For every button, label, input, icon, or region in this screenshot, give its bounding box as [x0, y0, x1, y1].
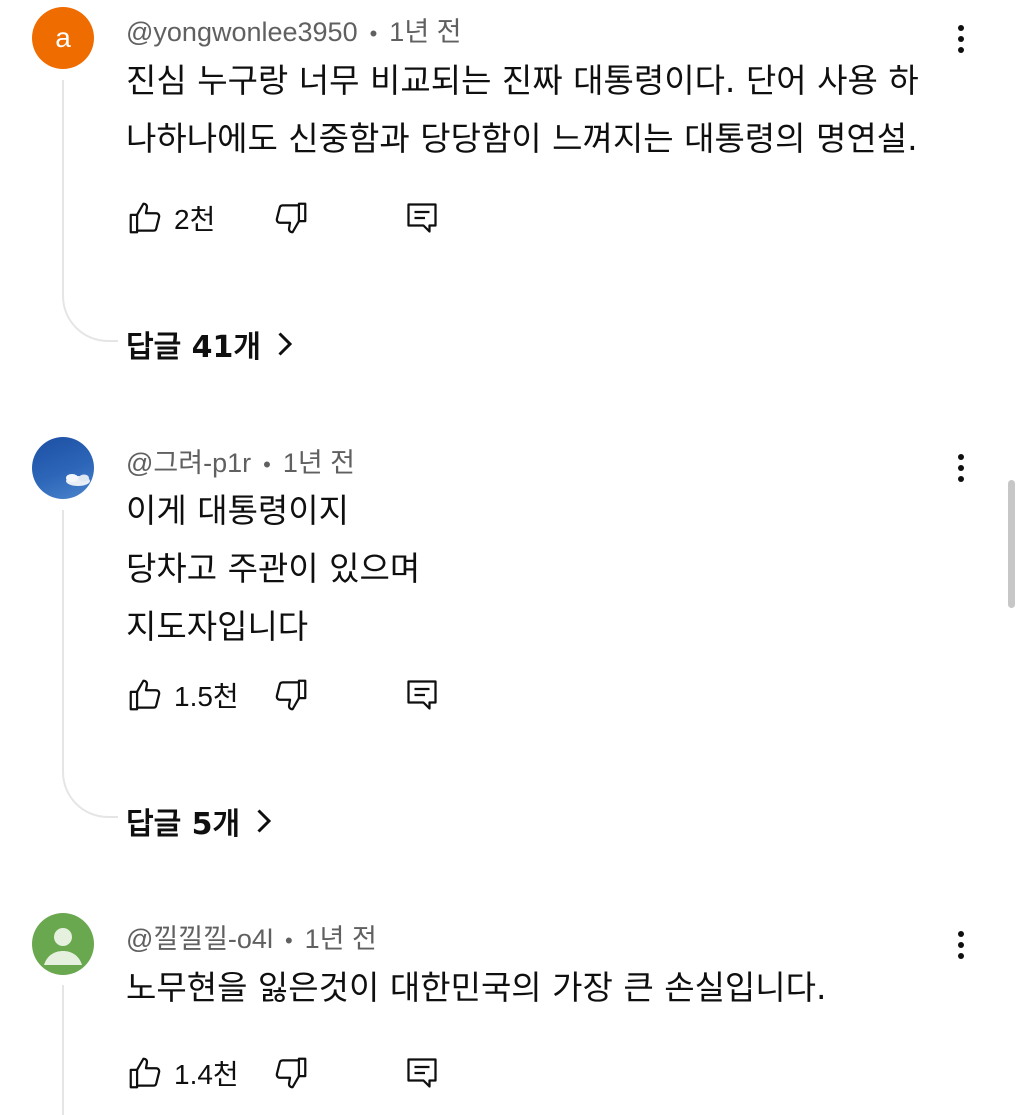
thread-line: [62, 510, 118, 818]
comment-actions: 1.5천: [126, 675, 486, 715]
avatar[interactable]: a: [32, 7, 94, 69]
thumb-up-icon: [129, 1057, 161, 1089]
like-count: 1.5천: [174, 681, 239, 712]
reply-button[interactable]: [404, 1053, 440, 1093]
more-options-button[interactable]: [940, 447, 982, 489]
thumb-down-icon: [275, 679, 307, 711]
replies-count: 답글 5개: [126, 807, 241, 842]
comment-meta: @그려-p1r • 1년 전: [126, 441, 355, 480]
more-options-button[interactable]: [940, 18, 982, 60]
avatar[interactable]: [32, 437, 94, 499]
reply-comment-icon: [407, 680, 437, 710]
thumb-up-icon: [129, 679, 161, 711]
dislike-button[interactable]: [272, 198, 310, 238]
comment-actions: 2천: [126, 198, 486, 238]
like-button[interactable]: 1.4천: [126, 1053, 239, 1093]
comment-line: 진심 누구랑 너무 비교되는 진짜 대통령이다. 단어 사용 하: [126, 61, 919, 100]
dislike-button[interactable]: [272, 675, 310, 715]
timestamp[interactable]: 1년 전: [305, 924, 377, 954]
more-vert-icon: [958, 454, 964, 460]
default-person-icon: [44, 928, 82, 965]
timestamp[interactable]: 1년 전: [389, 17, 461, 47]
like-count: 1.4천: [174, 1059, 239, 1090]
separator-dot: •: [263, 451, 271, 477]
replies-count: 답글 41개: [126, 330, 261, 365]
comment-text: 이게 대통령이지 당차고 주관이 있으며 지도자입니다: [126, 482, 946, 656]
comment-line: 지도자입니다: [126, 607, 309, 646]
more-vert-icon: [958, 25, 964, 31]
comment-meta: @yongwonlee3950 • 1년 전: [126, 10, 462, 49]
comment-line: 이게 대통령이지: [126, 491, 350, 530]
comment-actions: 1.4천: [126, 1053, 486, 1093]
reply-comment-icon: [407, 203, 437, 233]
reply-button[interactable]: [404, 675, 440, 715]
chevron-right-icon: [278, 332, 293, 356]
comment-text: 노무현을 잃은것이 대한민국의 가장 큰 손실입니다.: [126, 959, 946, 1017]
thread-line: [62, 80, 118, 342]
separator-dot: •: [369, 20, 378, 46]
dislike-button[interactable]: [272, 1053, 310, 1093]
chevron-right-icon: [257, 809, 272, 833]
scrollbar-thumb[interactable]: [1008, 480, 1015, 608]
replies-toggle[interactable]: 답글 41개: [126, 322, 293, 366]
replies-toggle[interactable]: 답글 5개: [126, 799, 272, 843]
separator-dot: •: [284, 927, 293, 953]
author-handle[interactable]: @그려-p1r: [126, 448, 251, 478]
author-handle[interactable]: @낄낄낄-o4l: [126, 924, 273, 954]
reply-comment-icon: [407, 1058, 437, 1088]
comment-meta: @낄낄낄-o4l • 1년 전: [126, 917, 377, 956]
like-button[interactable]: 1.5천: [126, 675, 239, 715]
like-count: 2천: [174, 204, 216, 235]
reply-button[interactable]: [404, 198, 440, 238]
comment-line: 당차고 주관이 있으며: [126, 549, 421, 588]
comment-text: 진심 누구랑 너무 비교되는 진짜 대통령이다. 단어 사용 하 나하나에도 신…: [126, 52, 946, 168]
thumb-up-icon: [129, 202, 161, 234]
like-button[interactable]: 2천: [126, 198, 215, 238]
thread-line: [62, 985, 118, 1115]
comment-line: 노무현을 잃은것이 대한민국의 가장 큰 손실입니다.: [126, 968, 827, 1007]
comment-line: 나하나에도 신중함과 당당함이 느껴지는 대통령의 명연설.: [126, 119, 918, 158]
more-vert-icon: [958, 931, 964, 937]
more-options-button[interactable]: [940, 924, 982, 966]
avatar[interactable]: [32, 913, 94, 975]
thumb-down-icon: [275, 202, 307, 234]
cloud-photo-icon: [66, 474, 90, 486]
author-handle[interactable]: @yongwonlee3950: [126, 17, 358, 47]
timestamp[interactable]: 1년 전: [283, 448, 355, 478]
thumb-down-icon: [275, 1057, 307, 1089]
avatar-letter: a: [55, 22, 71, 53]
